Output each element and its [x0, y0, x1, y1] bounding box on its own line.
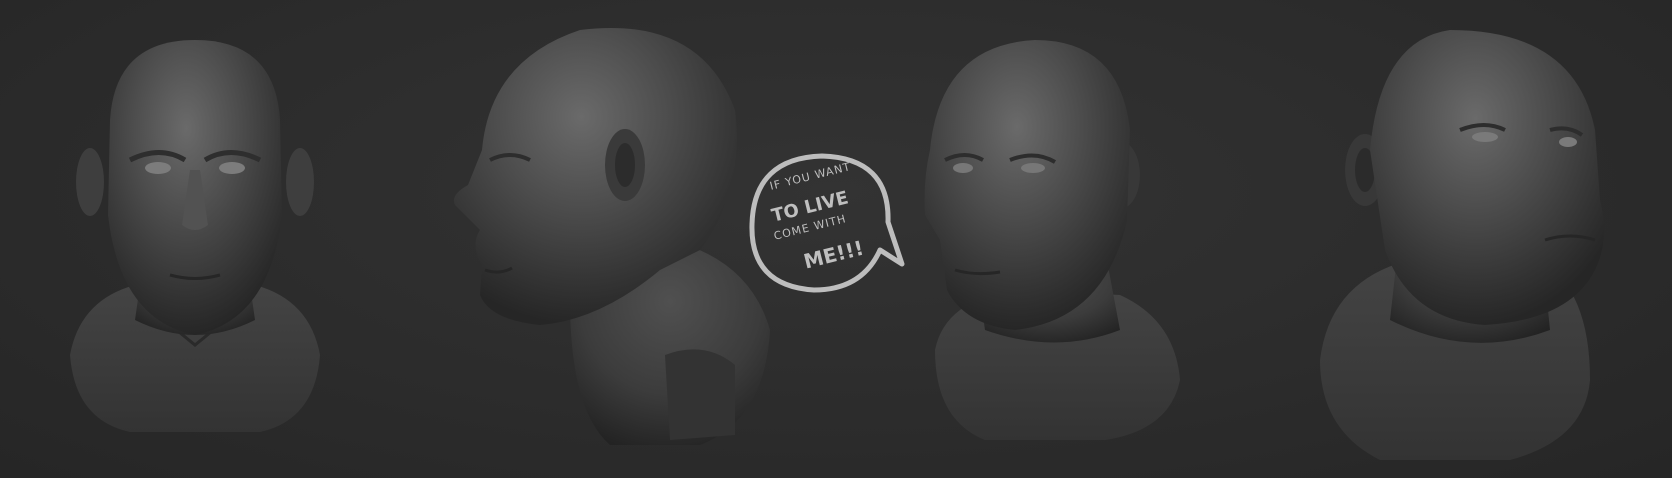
head-profile-view: [453, 27, 770, 445]
head-front-view: [70, 40, 320, 432]
speech-bubble: IF YOU WANT TO LIVE COME WITH ME!!!: [742, 150, 912, 300]
head-three-quarter-left-view: [924, 40, 1180, 440]
sculpt-render-canvas: IF YOU WANT TO LIVE COME WITH ME!!!: [0, 0, 1672, 478]
bubble-line-4: ME!!!: [801, 235, 867, 274]
head-three-quarter-right-view: [1320, 30, 1604, 460]
